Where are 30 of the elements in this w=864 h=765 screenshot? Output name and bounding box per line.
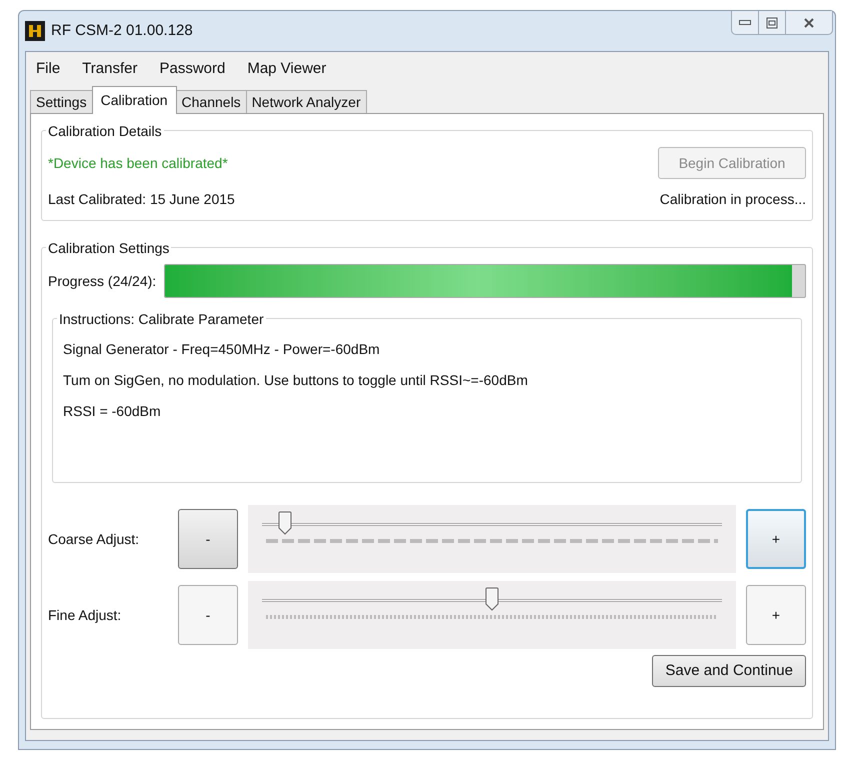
menu-item[interactable]: Map Viewer [247,58,326,80]
tab[interactable]: Calibration [92,86,177,114]
menu-item[interactable]: File [36,58,60,80]
window-title: RF CSM-2 01.00.128 [51,20,193,41]
last-calibrated-text: Last Calibrated: 15 June 2015 [48,190,235,209]
tab[interactable]: Network Analyzer [246,90,367,114]
tab[interactable]: Settings [30,90,93,114]
menu-item[interactable]: Transfer [82,58,138,80]
process-status-text: Calibration in process... [660,190,806,209]
instruction-text: RSSI = -60dBm [63,402,162,421]
slider[interactable] [248,505,736,573]
instruction-text: Tum on SigGen, no modulation. Use buttons to toggle until RSSI~=-60dBm [63,371,529,390]
maximize-icon [764,14,780,30]
logo-icon [25,21,45,41]
calibration-status: *Device has been calibrated* [48,154,228,172]
minus-button[interactable]: - [178,509,238,569]
minus-button[interactable]: - [178,585,238,645]
slider-thumb[interactable] [485,587,499,611]
save-and-continue-button[interactable]: Save and Continue [652,655,806,687]
instruction-text: Signal Generator - Freq=450MHz - Power=-60dBm [63,340,381,359]
menu-item[interactable]: Password [159,58,226,80]
adjust-label: Fine Adjust: [48,606,122,625]
tab[interactable]: Channels [176,90,247,114]
plus-button[interactable]: + [746,509,806,569]
minimize-icon [739,20,751,25]
slider-thumb[interactable] [278,511,292,535]
slider[interactable] [248,581,736,649]
progress-label: Progress (24/24): [48,272,156,291]
plus-button[interactable]: + [746,585,806,645]
adjust-label: Coarse Adjust: [48,530,140,549]
